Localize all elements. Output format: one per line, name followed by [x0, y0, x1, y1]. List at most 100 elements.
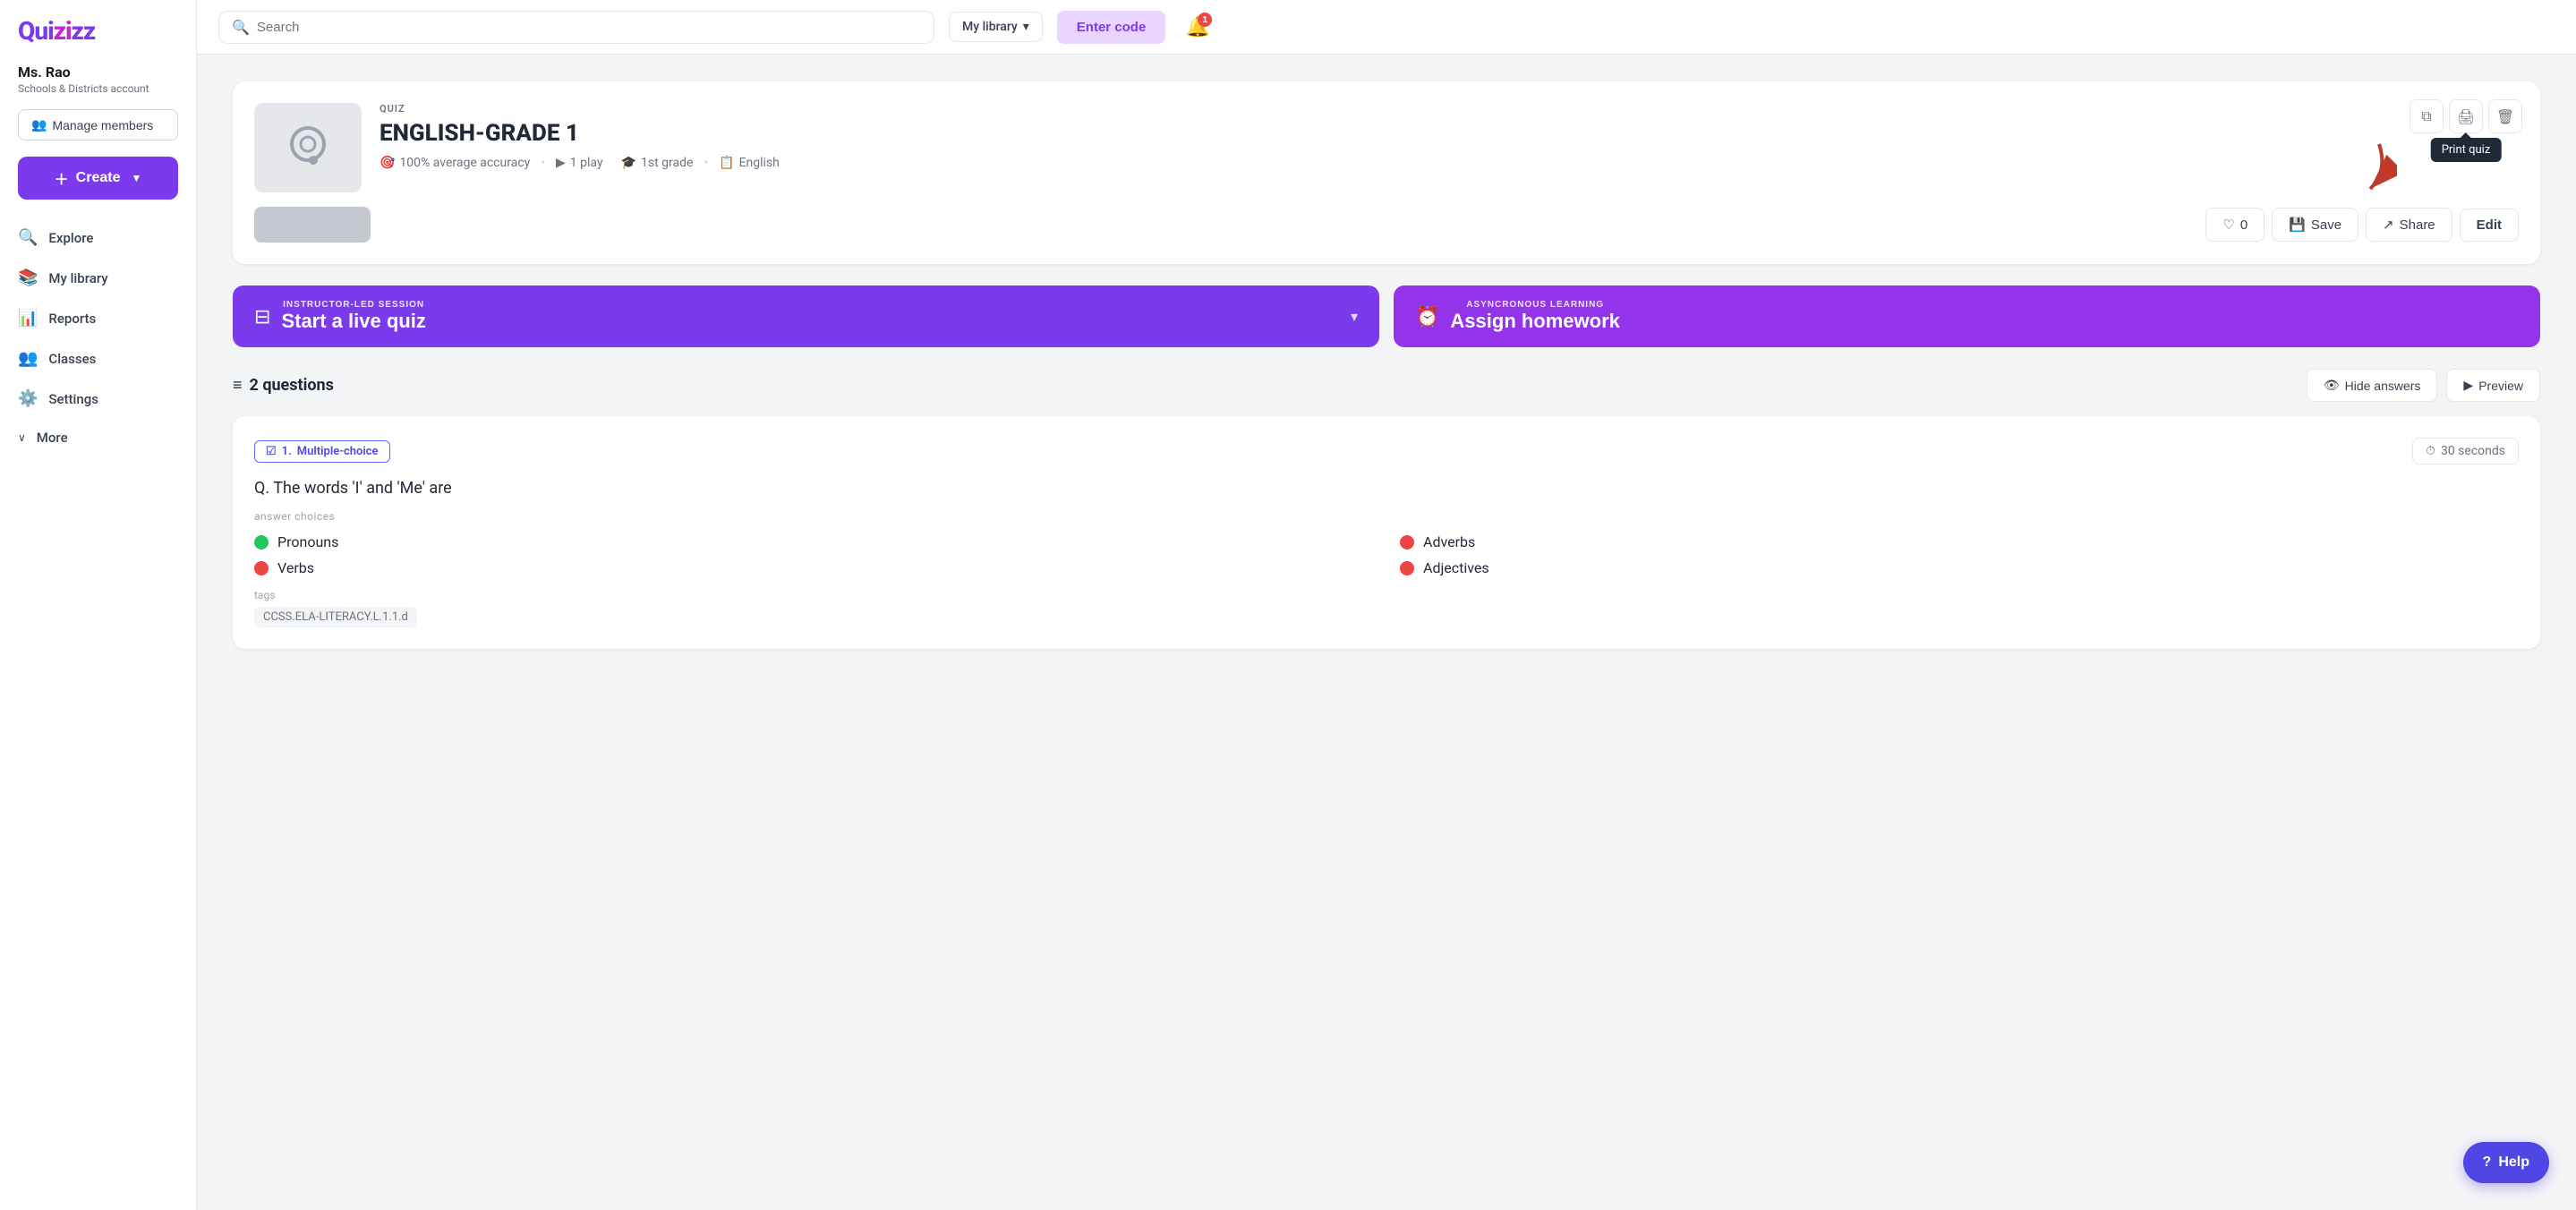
live-session-icon: ⊟	[254, 305, 270, 328]
preview-button[interactable]: ▶ Preview	[2446, 369, 2540, 402]
print-button[interactable]: 🖨 Print quiz	[2449, 99, 2483, 133]
homework-icon: ⏰	[1415, 305, 1439, 328]
sidebar-item-more[interactable]: ∨ More	[0, 419, 196, 456]
question-header: ☑ 1. Multiple-choice ⏱ 30 seconds	[254, 438, 2519, 464]
answer-pronouns-text: Pronouns	[277, 533, 338, 550]
sidebar-item-settings[interactable]: ⚙️ Settings	[0, 379, 196, 419]
hide-answers-button[interactable]: 👁 Hide answers	[2307, 369, 2438, 402]
user-section: Ms. Rao Schools & Districts account	[0, 55, 196, 102]
print-tooltip: Print quiz	[2431, 138, 2502, 162]
answer-verbs: Verbs	[254, 559, 1373, 576]
like-count: 0	[2240, 217, 2248, 233]
answer-adverbs-text: Adverbs	[1423, 533, 1475, 550]
print-icon: 🖨	[2457, 108, 2475, 125]
help-question-icon: ?	[2483, 1155, 2492, 1171]
help-label: Help	[2498, 1155, 2529, 1171]
save-icon: 💾	[2289, 217, 2306, 233]
start-live-quiz-button[interactable]: ⊟ INSTRUCTOR-LED SESSION Start a live qu…	[233, 285, 1379, 347]
preview-play-icon: ▶	[2463, 378, 2473, 393]
quiz-bottom-actions: ♡ 0 💾 Save ↗ Share Edit	[2205, 208, 2519, 242]
sidebar-item-my-library[interactable]: 📚 My library	[0, 258, 196, 298]
hide-answers-icon: 👁	[2324, 378, 2340, 393]
help-button[interactable]: ? Help	[2463, 1142, 2549, 1183]
answer-dot-wrong-2	[254, 561, 269, 575]
notification-button[interactable]: 🔔 1	[1180, 9, 1215, 45]
question-card-1: ☑ 1. Multiple-choice ⏱ 30 seconds Q. The…	[233, 416, 2540, 649]
language-icon: 📋	[719, 156, 734, 170]
live-session-label: INSTRUCTOR-LED SESSION	[281, 300, 425, 310]
manage-members-label: Manage members	[52, 118, 153, 132]
sidebar-item-classes[interactable]: 👥 Classes	[0, 338, 196, 379]
quiz-title: ENGLISH-GRADE 1	[380, 120, 2519, 147]
answer-pronouns: Pronouns	[254, 533, 1373, 550]
app-logo: Quizizz	[18, 16, 178, 46]
library-selector-chevron-icon: ▾	[1023, 20, 1029, 34]
nav-menu: 🔍 Explore 📚 My library 📊 Reports 👥 Class…	[0, 217, 196, 1210]
user-name: Ms. Rao	[18, 64, 178, 81]
share-icon: ↗	[2383, 217, 2394, 233]
questions-count: ≡ 2 questions	[233, 376, 334, 395]
explore-icon: 🔍	[18, 228, 38, 247]
search-input[interactable]	[257, 20, 921, 35]
copy-button[interactable]: ⧉	[2410, 99, 2444, 133]
enter-code-button[interactable]: Enter code	[1057, 11, 1166, 44]
create-label: Create	[76, 170, 121, 186]
accuracy-icon: 🎯	[380, 156, 395, 170]
quiz-type-label: QUIZ	[380, 103, 2519, 115]
answer-dot-correct	[254, 535, 269, 550]
time-icon: ⏱	[2426, 444, 2435, 458]
manage-members-button[interactable]: 👥 Manage members	[18, 109, 178, 141]
question-type-label: Multiple-choice	[297, 445, 379, 458]
sidebar-item-explore[interactable]: 🔍 Explore	[0, 217, 196, 258]
answer-choices-label: answer choices	[254, 510, 2519, 523]
quiz-card: ⧉ 🖨 Print quiz 🗑	[233, 81, 2540, 264]
settings-icon: ⚙️	[18, 389, 38, 408]
share-button[interactable]: ↗ Share	[2366, 208, 2452, 242]
questions-count-label: 2 questions	[250, 376, 334, 395]
library-selector[interactable]: My library ▾	[949, 12, 1043, 42]
live-btn-chevron-icon: ▾	[1351, 308, 1358, 326]
question-type-badge: ☑ 1. Multiple-choice	[254, 440, 390, 463]
questions-actions: 👁 Hide answers ▶ Preview	[2307, 369, 2540, 402]
quiz-language: 📋 English	[719, 156, 780, 170]
create-button[interactable]: ＋ Create ▼	[18, 157, 178, 200]
delete-button[interactable]: 🗑	[2488, 99, 2522, 133]
search-icon: 🔍	[232, 19, 250, 36]
question-text: Q. The words 'I' and 'Me' are	[254, 479, 2519, 498]
assign-homework-button[interactable]: ⏰ ASYNCRONOUS LEARNING Assign homework	[1394, 285, 2540, 347]
sidebar-item-explore-label: Explore	[48, 230, 93, 246]
check-icon: ☑	[266, 445, 277, 458]
edit-button[interactable]: Edit	[2460, 209, 2519, 242]
quiz-card-bottom: ♡ 0 💾 Save ↗ Share Edit	[254, 207, 2519, 243]
time-value: 30 seconds	[2441, 444, 2505, 458]
tags-label: tags	[254, 589, 2519, 601]
save-label: Save	[2311, 217, 2341, 233]
save-button[interactable]: 💾 Save	[2272, 208, 2358, 242]
quiz-grade: 🎓 1st grade	[621, 156, 694, 170]
header: 🔍 My library ▾ Enter code 🔔 1	[197, 0, 2576, 55]
live-session-title: Start a live quiz	[281, 310, 425, 333]
answer-verbs-text: Verbs	[277, 559, 314, 576]
time-badge: ⏱ 30 seconds	[2412, 438, 2519, 464]
logo-container: Quizizz	[0, 0, 196, 55]
hide-answers-label: Hide answers	[2345, 379, 2421, 393]
sidebar-item-settings-label: Settings	[48, 391, 98, 407]
preview-label: Preview	[2478, 379, 2523, 393]
answer-adverbs: Adverbs	[1400, 533, 2519, 550]
answer-adjectives: Adjectives	[1400, 559, 2519, 576]
answer-adjectives-text: Adjectives	[1423, 559, 1489, 576]
sidebar-item-reports[interactable]: 📊 Reports	[0, 298, 196, 338]
classes-icon: 👥	[18, 349, 38, 368]
questions-list-icon: ≡	[233, 376, 243, 395]
question-tag: CCSS.ELA-LITERACY.L.1.1.d	[254, 607, 417, 627]
quiz-accuracy: 🎯 100% average accuracy	[380, 156, 530, 170]
answer-grid: Pronouns Adverbs Verbs Adjectives	[254, 533, 2519, 576]
my-library-icon: 📚	[18, 268, 38, 287]
enter-code-label: Enter code	[1077, 20, 1147, 35]
heart-icon: ♡	[2222, 217, 2234, 233]
like-button[interactable]: ♡ 0	[2205, 208, 2265, 242]
session-buttons: ⊟ INSTRUCTOR-LED SESSION Start a live qu…	[233, 285, 2540, 347]
answer-dot-wrong-3	[1400, 561, 1414, 575]
quiz-thumbnail	[254, 103, 362, 192]
homework-title: Assign homework	[1450, 310, 1619, 333]
